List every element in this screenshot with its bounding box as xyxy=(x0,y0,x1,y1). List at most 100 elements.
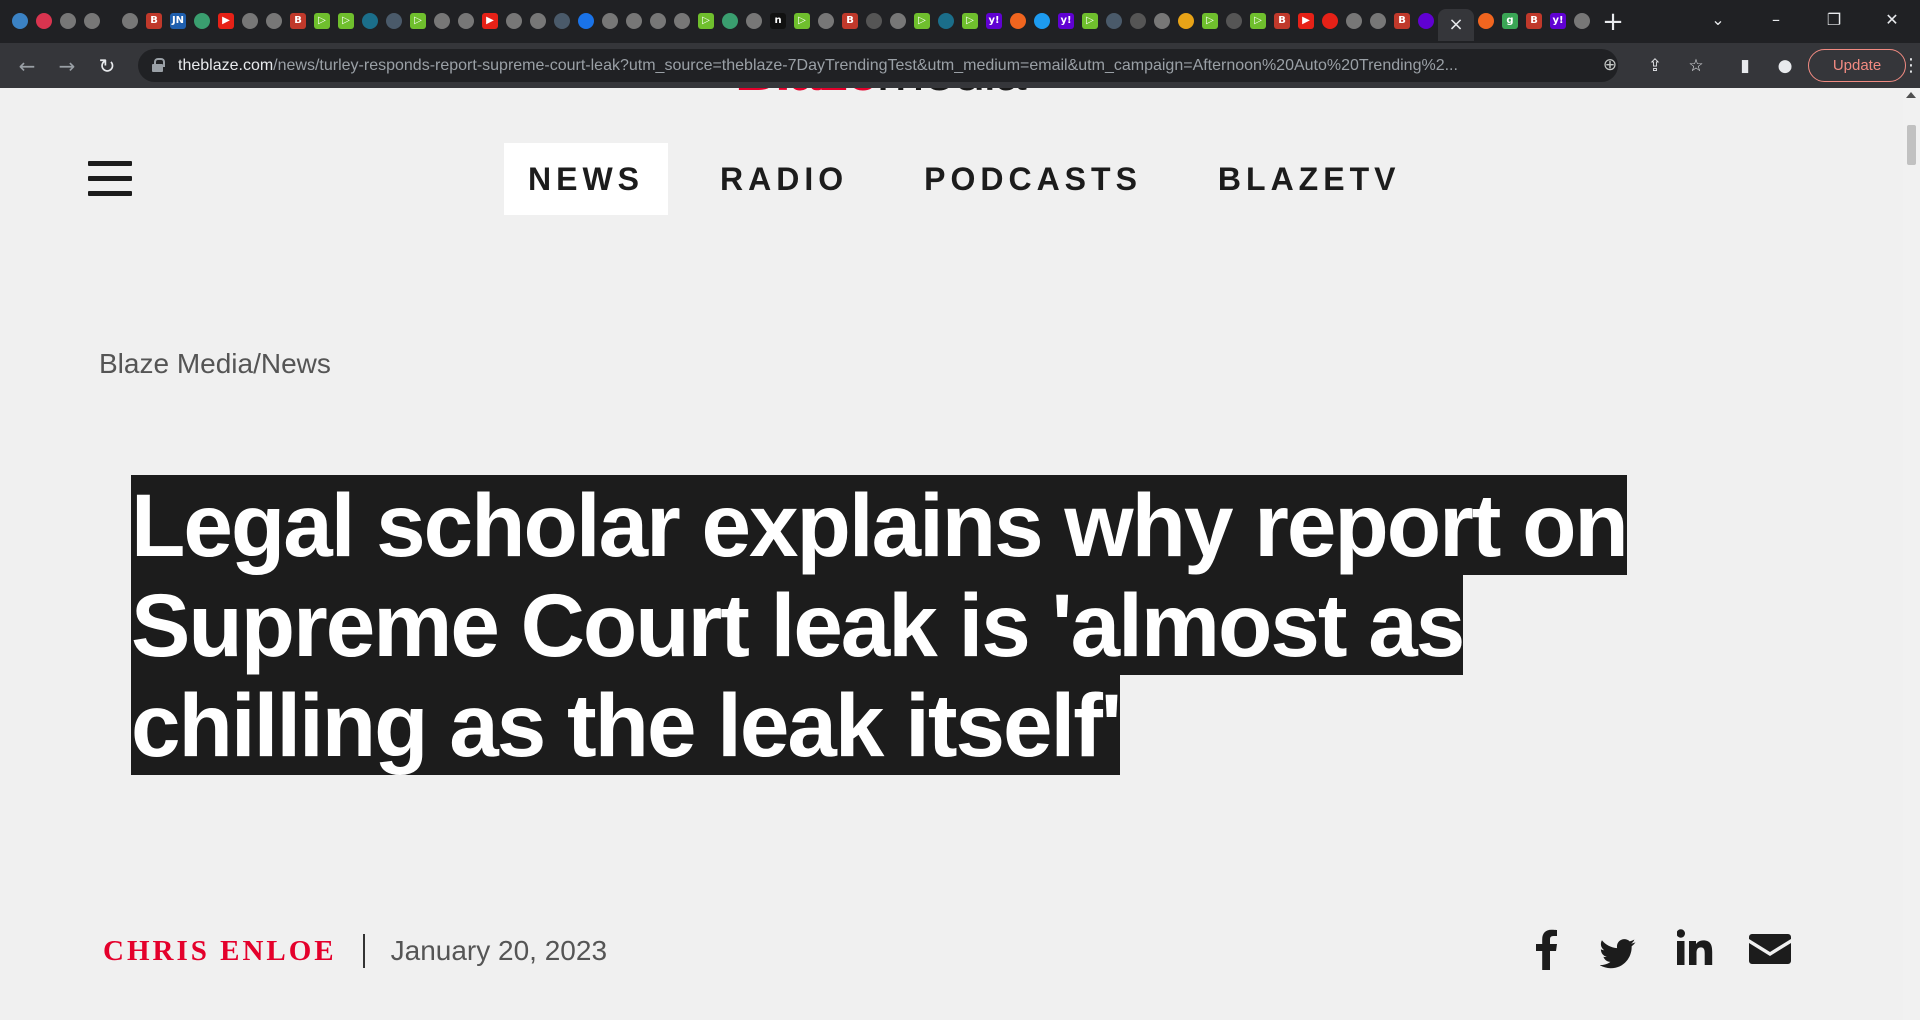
browser-tab[interactable]: ▷ xyxy=(1198,9,1222,33)
browser-tab[interactable] xyxy=(598,9,622,33)
browser-menu-icon[interactable]: ⋮ xyxy=(1902,51,1920,81)
forward-button[interactable]: → xyxy=(52,51,82,81)
browser-tab[interactable] xyxy=(574,9,598,33)
url-text[interactable]: theblaze.com/news/turley-responds-report… xyxy=(178,49,1548,82)
browser-tab[interactable] xyxy=(32,9,56,33)
browser-tab[interactable] xyxy=(262,9,286,33)
scroll-up-arrow-icon[interactable] xyxy=(1906,92,1916,98)
browser-tab[interactable] xyxy=(430,9,454,33)
browser-tab[interactable] xyxy=(1126,9,1150,33)
zoom-icon[interactable]: ⊕ xyxy=(1595,49,1625,82)
browser-tab[interactable]: ▶ xyxy=(214,9,238,33)
page-scrollbar[interactable] xyxy=(1903,88,1920,1020)
author-link[interactable]: CHRIS ENLOE xyxy=(103,936,337,966)
address-bar[interactable]: theblaze.com/news/turley-responds-report… xyxy=(138,49,1618,82)
browser-tab[interactable] xyxy=(934,9,958,33)
browser-tab[interactable]: ▷ xyxy=(694,9,718,33)
back-button[interactable]: ← xyxy=(12,51,42,81)
browser-tab[interactable] xyxy=(1150,9,1174,33)
browser-tab[interactable]: ▷ xyxy=(1246,9,1270,33)
browser-tab[interactable] xyxy=(118,9,142,33)
browser-tab[interactable] xyxy=(1102,9,1126,33)
reload-button[interactable]: ↻ xyxy=(92,51,122,81)
browser-tab[interactable] xyxy=(550,9,574,33)
browser-tab[interactable]: g xyxy=(1498,9,1522,33)
browser-tab[interactable]: B xyxy=(1270,9,1294,33)
browser-tab[interactable] xyxy=(56,9,80,33)
browser-tab[interactable] xyxy=(670,9,694,33)
browser-tab[interactable] xyxy=(1318,9,1342,33)
browser-tab[interactable] xyxy=(1342,9,1366,33)
browser-tab[interactable] xyxy=(1006,9,1030,33)
browser-tab[interactable] xyxy=(1366,9,1390,33)
close-tab-icon[interactable]: × xyxy=(1448,16,1463,34)
browser-tab[interactable]: y! xyxy=(982,9,1006,33)
browser-tab[interactable] xyxy=(358,9,382,33)
browser-tab[interactable]: ▷ xyxy=(406,9,430,33)
browser-tab[interactable] xyxy=(238,9,262,33)
browser-tab[interactable]: B xyxy=(286,9,310,33)
scroll-thumb[interactable] xyxy=(1907,125,1916,165)
hamburger-menu-icon[interactable] xyxy=(88,161,132,197)
active-tab[interactable]: × xyxy=(1438,9,1474,41)
share-icon[interactable]: ⇪ xyxy=(1640,51,1670,81)
browser-tab[interactable]: ▷ xyxy=(310,9,334,33)
browser-tab[interactable] xyxy=(526,9,550,33)
browser-tab[interactable]: B xyxy=(838,9,862,33)
breadcrumb[interactable]: Blaze Media/News xyxy=(99,350,331,378)
browser-tab[interactable] xyxy=(646,9,670,33)
browser-tab[interactable] xyxy=(1174,9,1198,33)
browser-tab[interactable] xyxy=(742,9,766,33)
nav-radio[interactable]: RADIO xyxy=(696,143,872,215)
browser-tab[interactable]: ▶ xyxy=(1294,9,1318,33)
browser-tab[interactable] xyxy=(1222,9,1246,33)
tab-favicon-icon xyxy=(60,13,76,29)
bookmark-star-icon[interactable]: ☆ xyxy=(1681,51,1711,81)
browser-tab[interactable]: y! xyxy=(1054,9,1078,33)
browser-tab[interactable]: B xyxy=(1522,9,1546,33)
linkedin-icon[interactable] xyxy=(1677,924,1713,974)
site-logo[interactable]: Blazemedia xyxy=(735,88,1026,100)
twitter-icon[interactable] xyxy=(1600,924,1636,974)
browser-tab[interactable] xyxy=(502,9,526,33)
nav-news[interactable]: NEWS xyxy=(504,143,668,215)
profile-icon[interactable]: ● xyxy=(1770,51,1800,81)
minimize-button[interactable]: – xyxy=(1748,0,1804,40)
browser-tab[interactable] xyxy=(382,9,406,33)
email-icon[interactable] xyxy=(1749,924,1791,974)
browser-tab[interactable] xyxy=(190,9,214,33)
browser-tab[interactable] xyxy=(8,9,32,33)
close-window-button[interactable]: ✕ xyxy=(1864,0,1920,40)
new-tab-button[interactable]: + xyxy=(1598,7,1628,37)
browser-tab[interactable]: y! xyxy=(1546,9,1570,33)
browser-tab[interactable]: B xyxy=(1390,9,1414,33)
browser-tab[interactable] xyxy=(454,9,478,33)
browser-tab[interactable]: ▷ xyxy=(958,9,982,33)
nav-podcasts[interactable]: PODCASTS xyxy=(900,143,1166,215)
tab-search-button[interactable]: ⌄ xyxy=(1690,0,1746,40)
update-button[interactable]: Update xyxy=(1808,49,1906,82)
browser-tab[interactable]: ▷ xyxy=(334,9,358,33)
browser-tab[interactable] xyxy=(1570,9,1594,33)
browser-tab[interactable] xyxy=(718,9,742,33)
browser-tab[interactable] xyxy=(886,9,910,33)
facebook-icon[interactable] xyxy=(1536,924,1558,974)
browser-tab[interactable] xyxy=(1414,9,1438,33)
browser-tab[interactable] xyxy=(80,9,104,33)
side-panel-icon[interactable]: ▮ xyxy=(1730,51,1760,81)
restore-button[interactable]: ❐ xyxy=(1806,0,1862,40)
browser-tab[interactable] xyxy=(1474,9,1498,33)
browser-tab[interactable]: ▷ xyxy=(790,9,814,33)
browser-tab[interactable]: ▶ xyxy=(478,9,502,33)
browser-tab[interactable]: ▷ xyxy=(1078,9,1102,33)
browser-tab[interactable]: B xyxy=(142,9,166,33)
browser-tab[interactable] xyxy=(814,9,838,33)
browser-tab[interactable] xyxy=(862,9,886,33)
browser-tab[interactable]: JN xyxy=(166,9,190,33)
nav-blazetv[interactable]: BLAZETV xyxy=(1194,143,1425,215)
browser-tab[interactable] xyxy=(1030,9,1054,33)
browser-tab[interactable] xyxy=(622,9,646,33)
browser-tab[interactable]: ▷ xyxy=(910,9,934,33)
browser-tab[interactable]: n xyxy=(766,9,790,33)
lock-icon[interactable] xyxy=(152,58,165,72)
